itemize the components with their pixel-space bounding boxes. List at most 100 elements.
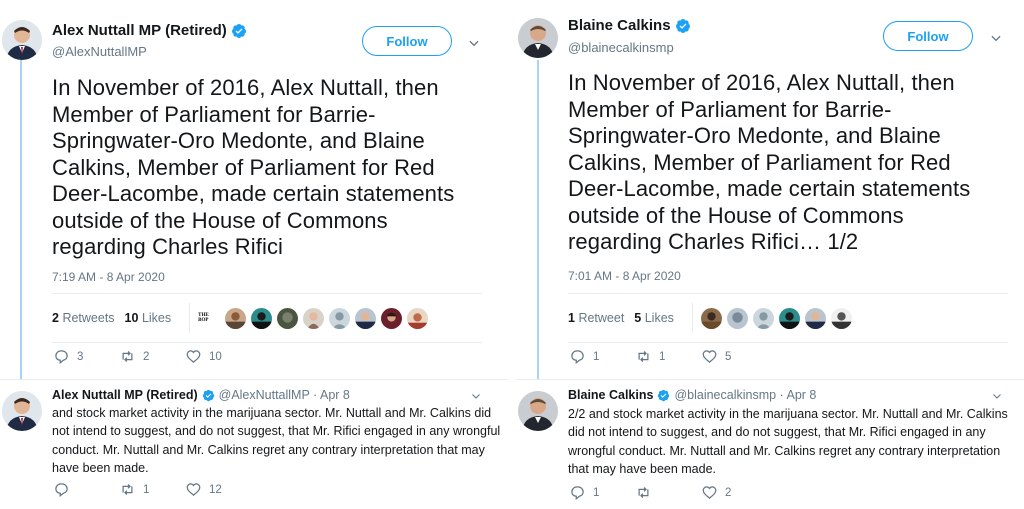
liker-avatar[interactable] [407,307,429,329]
like-action[interactable]: 10 [186,349,252,364]
reply-icon [55,483,68,497]
retweet-action[interactable]: 1 [120,482,186,497]
reply-avatar[interactable] [518,391,558,431]
heart-icon [186,483,201,496]
heart-icon [702,486,717,499]
liker-avatar[interactable] [726,307,748,329]
tweet-text-line: Calkins, Member of Parliament for Red [568,149,951,175]
author-name-row: Blaine Calkins [568,17,691,34]
tweet-actions: 1 1 5 [570,349,768,364]
like-action[interactable]: 2 [702,485,768,500]
liker-logo[interactable]: THE BOP [198,312,220,324]
tweet-text-line: Deer-Lacombe, made certain statements [568,176,971,201]
retweet-icon [122,484,133,495]
retweet-action[interactable]: 1 [636,349,702,364]
reply-handle-date[interactable]: @AlexNuttallMP · Apr 8 [219,388,350,402]
chevron-down-icon[interactable] [989,31,1003,45]
tweet-text-line: Calkins, Member of Parliament for Red [52,154,435,180]
liker-avatars [700,307,852,329]
engagement-stats: 1 Retweet 5 Likes [568,293,1008,343]
tweet-actions: 3 2 10 [54,349,252,364]
retweet-icon [122,351,133,362]
retweets-count: 2 [52,311,59,325]
reply-text-line: 2/2 and stock market activity in the mar… [568,407,1008,421]
reply-action[interactable] [54,482,120,497]
tweet-text: In November of 2016, Alex Nuttall, then … [52,75,502,261]
reply-header: Alex Nuttall MP (Retired) @AlexNuttallMP… [52,388,350,402]
reply-icon [571,350,584,364]
reply-count: 1 [593,350,600,363]
like-action[interactable]: 5 [702,349,768,364]
liker-avatar[interactable] [277,307,299,329]
reply-display-name[interactable]: Alex Nuttall MP (Retired) [52,388,198,402]
reply-avatar[interactable] [2,391,42,431]
liker-avatar[interactable] [303,307,325,329]
likes-count: 10 [124,311,139,325]
verified-badge-icon [202,389,214,401]
reply-handle-date[interactable]: @blainecalkinsmp · Apr 8 [674,388,816,402]
chevron-down-icon[interactable] [991,390,1003,402]
like-count: 12 [209,483,222,496]
reply-text-line: did not intend to suggest, and do not su… [568,425,986,440]
reply-text: 2/2 and stock market activity in the mar… [568,405,1020,478]
retweets-count: 1 [568,311,575,325]
retweet-action[interactable]: 2 [120,349,186,364]
reply-text-line: have been made. [52,460,149,475]
retweet-count: 1 [659,350,666,363]
like-action[interactable]: 12 [186,482,252,497]
chevron-down-icon[interactable] [470,390,482,402]
reply-actions: 1 12 [54,482,252,497]
likes-label: Likes [141,311,172,325]
tweet-text-line: Member of Parliament for Barrie- [52,101,376,127]
avatar[interactable] [2,20,42,60]
liker-avatar[interactable] [700,307,722,329]
handle[interactable]: @blainecalkinsmp [568,40,674,55]
tweet-text-line: Deer-Lacombe, made certain statements [52,181,455,206]
tweet-text-line: Springwater-Oro Medonte, and Blaine [52,128,425,153]
tweet-text-line: outside of the House of Commons [568,202,904,228]
liker-avatar[interactable] [752,307,774,329]
liker-avatar[interactable] [778,307,800,329]
like-count: 10 [209,350,222,363]
thread-connector-line [20,58,22,380]
liker-avatar[interactable] [804,307,826,329]
liker-avatar[interactable] [381,307,403,329]
verified-badge-icon [231,23,246,38]
retweet-icon [638,351,649,362]
reply-text-line: that may have been made. [568,461,717,476]
tweet-timestamp[interactable]: 7:01 AM - 8 Apr 2020 [568,269,681,283]
retweets-stat[interactable]: 2 Retweets [52,311,115,325]
handle[interactable]: @AlexNuttallMP [52,44,147,59]
likes-stat[interactable]: 10 Likes [125,311,172,325]
tweet-panel-right: Blaine Calkins @blainecalkinsmp Follow I… [516,0,1024,509]
reply-action[interactable]: 1 [570,485,636,500]
liker-avatar[interactable] [251,307,273,329]
reply-action[interactable]: 3 [54,349,120,364]
retweets-stat[interactable]: 1 Retweet [568,311,624,325]
retweet-action[interactable] [636,485,702,500]
reply-action[interactable]: 1 [570,349,636,364]
display-name[interactable]: Alex Nuttall MP (Retired) [52,22,227,39]
tweet-text-line: regarding Charles Rifici [52,234,284,259]
reply-text-line: wrongful conduct. Mr. Nuttall and Mr. Ca… [568,443,1001,458]
reply-header: Blaine Calkins @blainecalkinsmp · Apr 8 [568,388,816,402]
tweet-timestamp[interactable]: 7:19 AM - 8 Apr 2020 [52,270,165,284]
like-count: 2 [725,486,732,499]
liker-avatar[interactable] [329,307,351,329]
follow-button[interactable]: Follow [362,26,452,56]
like-count: 5 [725,350,732,363]
liker-avatar[interactable] [355,307,377,329]
likes-count: 5 [634,311,642,325]
tweet-panel-left: Alex Nuttall MP (Retired) @AlexNuttallMP… [0,0,508,509]
liker-avatar[interactable] [830,307,852,329]
display-name[interactable]: Blaine Calkins [568,17,671,34]
tweet-text-line: outside of the House of Commons [52,207,388,233]
reply-icon [571,486,584,500]
liker-avatar[interactable] [225,307,247,329]
likes-stat[interactable]: 5 Likes [634,311,674,325]
retweet-icon [638,487,649,498]
avatar[interactable] [518,18,558,58]
reply-display-name[interactable]: Blaine Calkins [568,388,653,402]
follow-button[interactable]: Follow [883,21,973,51]
chevron-down-icon[interactable] [467,36,481,50]
